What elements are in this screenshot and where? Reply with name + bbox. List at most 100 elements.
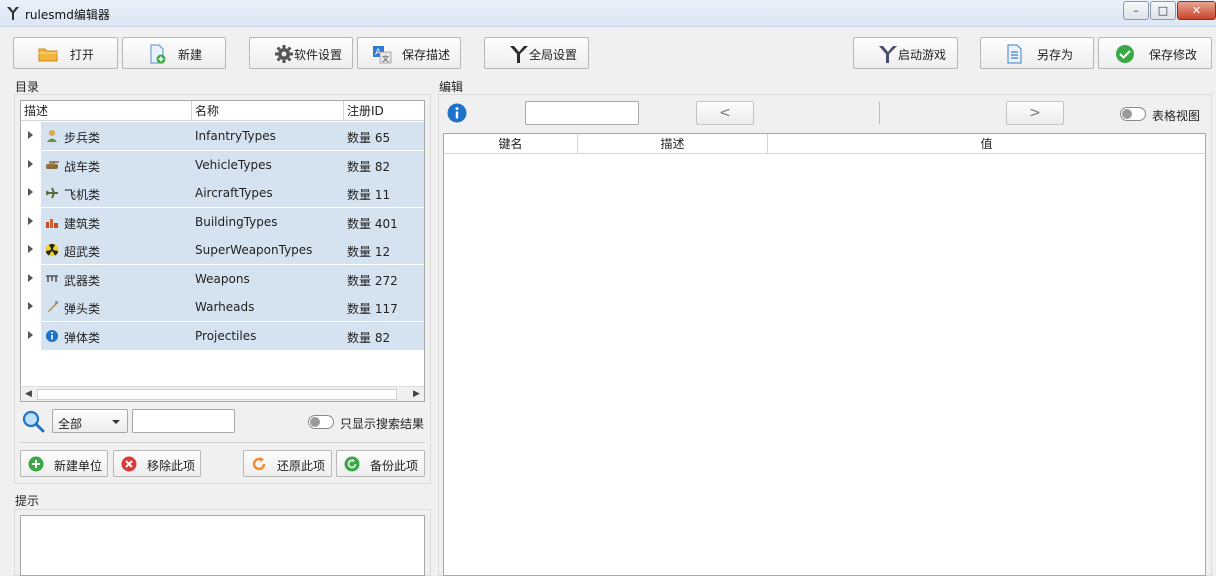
infantry-icon — [47, 130, 57, 142]
new-label: 新建 — [178, 48, 203, 62]
backup-icon — [344, 456, 360, 472]
tree-row[interactable]: 战车类 VehicleTypes 数量 82 — [21, 151, 424, 179]
row-count: 数量 82 — [347, 160, 391, 174]
global-settings-label: 全局设置 — [529, 48, 578, 62]
global-settings-button[interactable]: 全局设置 — [484, 37, 589, 69]
new-file-icon — [150, 44, 166, 64]
row-count: 数量 117 — [347, 302, 398, 316]
next-button[interactable]: > — [1006, 101, 1064, 125]
row-desc: 武器类 — [64, 274, 101, 288]
row-name: AircraftTypes — [195, 186, 273, 200]
row-desc: 建筑类 — [64, 217, 101, 231]
tree-header: 描述 名称 注册ID — [21, 101, 424, 121]
backup-item-label: 备份此项 — [370, 459, 419, 473]
expand-arrow-icon[interactable] — [28, 217, 33, 225]
column-header-value[interactable]: 值 — [768, 134, 1205, 154]
previous-button[interactable]: < — [696, 101, 754, 125]
info-icon[interactable] — [447, 103, 467, 123]
window-title: rulesmd编辑器 — [25, 8, 110, 22]
new-button[interactable]: 新建 — [122, 37, 226, 69]
title-bar: rulesmd编辑器 – □ ✕ — [0, 0, 1216, 27]
new-unit-label: 新建单位 — [54, 459, 103, 473]
row-count: 数量 272 — [347, 274, 398, 288]
row-count: 数量 12 — [347, 245, 391, 259]
add-icon — [28, 456, 44, 472]
save-changes-label: 保存修改 — [1149, 48, 1198, 62]
hint-textbox[interactable] — [20, 515, 425, 576]
launch-game-label: 启动游戏 — [898, 48, 947, 62]
remove-item-button[interactable]: 移除此项 — [113, 450, 201, 477]
expand-arrow-icon[interactable] — [28, 331, 33, 339]
software-settings-button[interactable]: 软件设置 — [249, 37, 353, 69]
row-count: 数量 82 — [347, 331, 391, 345]
app-logo-icon — [510, 46, 528, 63]
expand-arrow-icon[interactable] — [28, 274, 33, 282]
tree-row[interactable]: 建筑类 BuildingTypes 数量 401 — [21, 208, 424, 236]
backup-item-button[interactable]: 备份此项 — [336, 450, 425, 477]
row-name: InfantryTypes — [195, 129, 276, 143]
gear-icon — [275, 45, 293, 63]
tree-row[interactable]: 步兵类 InfantryTypes 数量 65 — [21, 122, 424, 150]
row-name: Warheads — [195, 300, 255, 314]
expand-arrow-icon[interactable] — [28, 131, 33, 139]
divider — [20, 442, 425, 443]
column-header-desc[interactable]: 描述 — [21, 101, 192, 121]
radiation-icon — [45, 243, 59, 257]
maximize-button[interactable]: □ — [1150, 1, 1176, 20]
search-icon[interactable] — [21, 409, 45, 433]
minimize-button[interactable]: – — [1123, 1, 1149, 20]
row-desc: 弹头类 — [64, 302, 101, 316]
row-name: Projectiles — [195, 329, 257, 343]
edit-search-input[interactable] — [525, 101, 639, 125]
column-header-key[interactable]: 键名 — [444, 134, 578, 154]
table-view-toggle[interactable] — [1120, 107, 1146, 121]
tree-row[interactable]: 武器类 Weapons 数量 272 — [21, 265, 424, 293]
open-button[interactable]: 打开 — [13, 37, 118, 69]
save-changes-button[interactable]: 保存修改 — [1098, 37, 1212, 69]
column-header-description[interactable]: 描述 — [578, 134, 768, 154]
save-description-button[interactable]: A 文 保存描述 — [357, 37, 461, 69]
close-button[interactable]: ✕ — [1177, 1, 1216, 20]
tree-row[interactable]: 弹体类 Projectiles 数量 82 — [21, 322, 424, 350]
remove-item-label: 移除此项 — [147, 459, 196, 473]
chevron-down-icon — [112, 420, 120, 424]
restore-item-button[interactable]: 还原此项 — [243, 450, 332, 477]
row-desc: 战车类 — [64, 160, 101, 174]
expand-arrow-icon[interactable] — [28, 160, 33, 168]
check-icon — [1116, 45, 1134, 63]
scroll-left-arrow-icon[interactable]: ◀ — [21, 387, 36, 402]
expand-arrow-icon[interactable] — [28, 245, 33, 253]
save-as-label: 另存为 — [1037, 48, 1074, 62]
row-desc: 飞机类 — [64, 188, 101, 202]
tank-icon — [46, 161, 59, 169]
scroll-thumb[interactable] — [37, 389, 397, 400]
tree-row[interactable]: 超武类 SuperWeaponTypes 数量 12 — [21, 236, 424, 264]
expand-arrow-icon[interactable] — [28, 302, 33, 310]
aircraft-icon — [46, 187, 58, 199]
catalog-section-label: 目录 — [15, 80, 40, 94]
app-logo-icon — [879, 46, 897, 63]
filter-dropdown[interactable]: 全部 — [52, 409, 128, 433]
row-desc: 步兵类 — [64, 131, 101, 145]
save-as-button[interactable]: 另存为 — [980, 37, 1094, 69]
search-input[interactable] — [132, 409, 235, 433]
property-grid[interactable]: 键名 描述 值 — [443, 133, 1206, 576]
translate-icon: A 文 — [373, 46, 392, 64]
search-only-toggle[interactable] — [308, 415, 334, 429]
row-count: 数量 401 — [347, 217, 398, 231]
row-count: 数量 11 — [347, 188, 391, 202]
table-view-label: 表格视图 — [1152, 109, 1201, 123]
launch-game-button[interactable]: 启动游戏 — [853, 37, 958, 69]
new-unit-button[interactable]: 新建单位 — [20, 450, 108, 477]
building-icon — [46, 219, 58, 228]
horizontal-scrollbar[interactable]: ◀ ▶ — [21, 386, 424, 401]
column-header-id[interactable]: 注册ID — [344, 101, 424, 121]
scroll-right-arrow-icon[interactable]: ▶ — [409, 387, 424, 402]
tree-row[interactable]: 飞机类 AircraftTypes 数量 11 — [21, 179, 424, 207]
row-name: SuperWeaponTypes — [195, 243, 313, 257]
column-header-name[interactable]: 名称 — [192, 101, 344, 121]
tree-row[interactable]: 弹头类 Warheads 数量 117 — [21, 293, 424, 321]
expand-arrow-icon[interactable] — [28, 188, 33, 196]
catalog-tree[interactable]: 描述 名称 注册ID 步兵类 InfantryTypes 数量 65 战车类 V… — [20, 100, 425, 402]
row-desc: 超武类 — [64, 245, 101, 259]
